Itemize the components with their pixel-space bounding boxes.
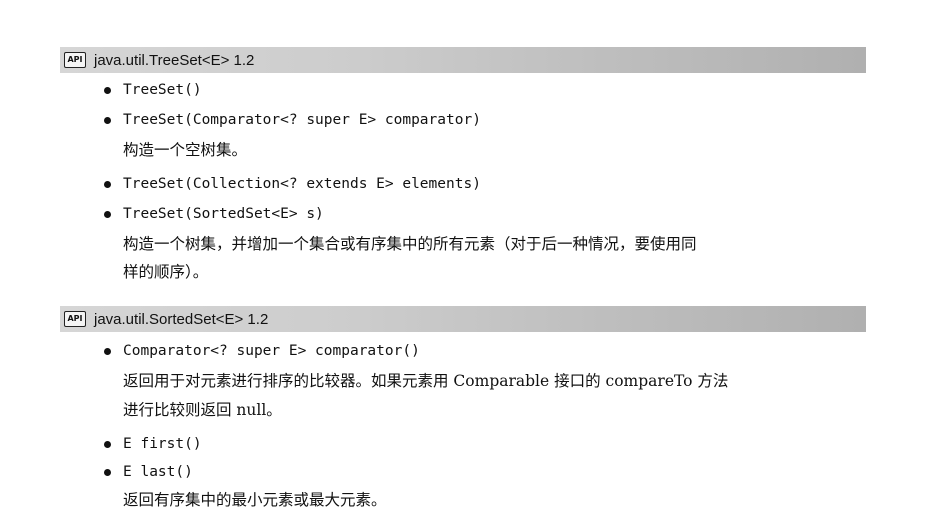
method-signature: Comparator<? super E> comparator() <box>123 343 420 359</box>
api-badge-icon: API <box>64 311 86 327</box>
method-last: E last() <box>104 464 193 480</box>
bullet-icon <box>104 180 111 188</box>
method-description-continued: 进行比较则返回 null。 <box>123 401 282 419</box>
method-description: 返回有序集中的最小元素或最大元素。 <box>123 491 387 509</box>
method-treeset-collection: TreeSet(Collection<? extends E> elements… <box>104 176 481 192</box>
method-treeset-sortedset: TreeSet(SortedSet<E> s) <box>104 206 324 222</box>
bullet-icon <box>104 440 111 448</box>
method-signature: TreeSet(Collection<? extends E> elements… <box>123 176 481 192</box>
method-signature: TreeSet(SortedSet<E> s) <box>123 206 324 222</box>
method-signature: E first() <box>123 436 202 452</box>
method-treeset-comparator: TreeSet(Comparator<? super E> comparator… <box>104 112 481 128</box>
method-treeset-default: TreeSet() <box>104 82 202 98</box>
api-header-treeset: API java.util.TreeSet<E> 1.2 <box>60 47 866 73</box>
bullet-icon <box>104 116 111 124</box>
method-signature: TreeSet() <box>123 82 202 98</box>
api-class-title: java.util.TreeSet<E> 1.2 <box>94 51 255 69</box>
method-first: E first() <box>104 436 202 452</box>
method-description-continued: 样的顺序）。 <box>123 263 209 281</box>
api-class-title: java.util.SortedSet<E> 1.2 <box>94 310 269 328</box>
method-signature: E last() <box>123 464 193 480</box>
method-comparator: Comparator<? super E> comparator() <box>104 343 420 359</box>
api-badge-icon: API <box>64 52 86 68</box>
bullet-icon <box>104 347 111 355</box>
bullet-icon <box>104 86 111 94</box>
bullet-icon <box>104 210 111 218</box>
method-description: 构造一个空树集。 <box>123 141 248 159</box>
method-description: 返回用于对元素进行排序的比较器。如果元素用 Comparable 接口的 com… <box>123 372 729 390</box>
method-description: 构造一个树集，并增加一个集合或有序集中的所有元素（对于后一种情况，要使用同 <box>123 235 697 253</box>
method-signature: TreeSet(Comparator<? super E> comparator… <box>123 112 481 128</box>
api-header-sortedset: API java.util.SortedSet<E> 1.2 <box>60 306 866 332</box>
bullet-icon <box>104 468 111 476</box>
